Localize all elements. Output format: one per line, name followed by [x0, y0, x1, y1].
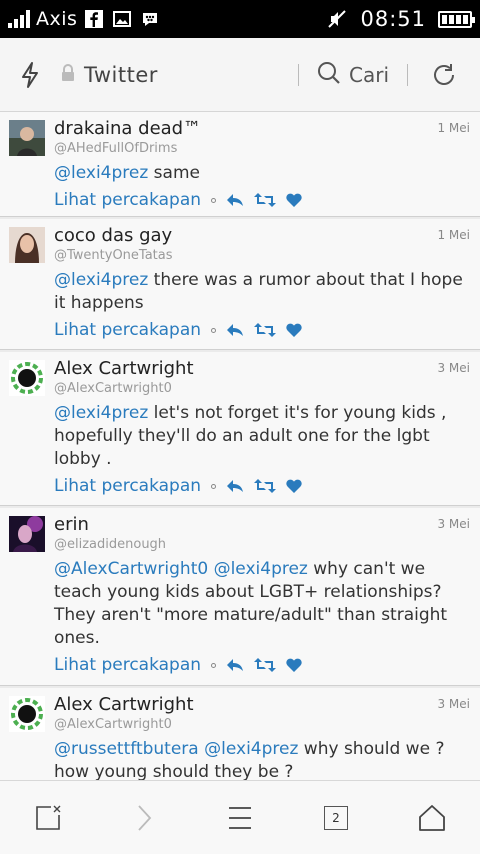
- tweet-date: 3 Mei: [437, 517, 470, 531]
- separator-dot: [211, 483, 217, 489]
- user-handle: @AHedFullOfDrims: [54, 141, 178, 156]
- tweet-date: 3 Mei: [437, 697, 470, 711]
- tweet-item[interactable]: Alex Cartwright 3 Mei @AlexCartwright0 @…: [0, 352, 480, 506]
- retweet-icon[interactable]: [254, 323, 277, 337]
- mention-link[interactable]: @lexi4prez: [54, 270, 148, 290]
- reload-icon: [434, 63, 454, 85]
- avatar[interactable]: [9, 360, 45, 396]
- mute-icon: [326, 8, 348, 30]
- search-label: Cari: [349, 62, 389, 87]
- signal-icon: [8, 10, 30, 28]
- avatar[interactable]: [9, 120, 45, 156]
- reply-icon[interactable]: [226, 323, 244, 337]
- tweet-feed[interactable]: drakaina dead™ 1 Mei @AHedFullOfDrims @l…: [0, 112, 480, 780]
- avatar[interactable]: [9, 516, 45, 552]
- menu-button[interactable]: [215, 793, 265, 843]
- user-handle: @elizadidenough: [54, 537, 167, 552]
- user-handle: @AlexCartwright0: [54, 381, 172, 396]
- forward-button[interactable]: [119, 793, 169, 843]
- mention-link[interactable]: @AlexCartwright0 @lexi4prez: [54, 559, 308, 579]
- tweet-text: @russettftbutera @lexi4prez why should w…: [54, 738, 470, 780]
- image-icon: [111, 8, 133, 30]
- home-icon: [419, 804, 445, 831]
- avatar[interactable]: [9, 696, 45, 732]
- reply-icon[interactable]: [226, 193, 244, 207]
- clock: 08:51: [360, 7, 426, 31]
- tweet-actions: Lihat percakapan: [54, 189, 470, 211]
- browser-address-bar: Twitter Cari: [0, 38, 480, 112]
- separator-dot: [211, 327, 217, 333]
- heart-icon[interactable]: [286, 323, 302, 337]
- separator-dot: [211, 662, 217, 668]
- home-button[interactable]: [407, 793, 457, 843]
- page-title: Twitter: [84, 62, 158, 87]
- tweet-text: @AlexCartwright0 @lexi4prez why can't we…: [54, 558, 470, 650]
- chevron-right-icon: [138, 804, 152, 831]
- close-tab-button[interactable]: [23, 793, 73, 843]
- avatar[interactable]: [9, 227, 45, 263]
- mention-link[interactable]: @russettftbutera @lexi4prez: [54, 739, 298, 759]
- tweet-item[interactable]: coco das gay 1 Mei @TwentyOneTatas @lexi…: [0, 219, 480, 350]
- tweet-body: same: [148, 163, 200, 183]
- heart-icon[interactable]: [286, 658, 302, 672]
- heart-icon[interactable]: [286, 193, 302, 207]
- menu-icon: [229, 806, 251, 829]
- tweet-actions: Lihat percakapan: [54, 475, 470, 497]
- view-conversation-link[interactable]: Lihat percakapan: [54, 190, 201, 210]
- reload-button[interactable]: [408, 62, 480, 88]
- mention-link[interactable]: @lexi4prez: [54, 163, 148, 183]
- tweet-date: 1 Mei: [437, 228, 470, 242]
- display-name[interactable]: coco das gay: [54, 225, 172, 247]
- battery-icon: [438, 10, 475, 28]
- reply-icon[interactable]: [226, 658, 244, 672]
- tweet-actions: Lihat percakapan: [54, 654, 470, 676]
- status-bar: Axis 08:51: [0, 0, 480, 38]
- user-handle: @TwentyOneTatas: [54, 248, 173, 263]
- lock-icon: [60, 63, 76, 86]
- tweet-item[interactable]: Alex Cartwright 3 Mei @AlexCartwright0 @…: [0, 688, 480, 780]
- mention-link[interactable]: @lexi4prez: [54, 403, 148, 423]
- tweet-text: @lexi4prez same: [54, 162, 470, 185]
- bbm-icon: [139, 8, 161, 30]
- tweet-text: @lexi4prez let's not forget it's for you…: [54, 402, 470, 471]
- view-conversation-link[interactable]: Lihat percakapan: [54, 476, 201, 496]
- display-name[interactable]: erin: [54, 514, 89, 536]
- display-name[interactable]: Alex Cartwright: [54, 358, 194, 380]
- facebook-icon: [83, 8, 105, 30]
- tweet-text: @lexi4prez there was a rumor about that …: [54, 269, 470, 315]
- separator-dot: [211, 197, 217, 203]
- retweet-icon[interactable]: [254, 193, 277, 207]
- tweet-item[interactable]: drakaina dead™ 1 Mei @AHedFullOfDrims @l…: [0, 112, 480, 217]
- tweet-item[interactable]: erin 3 Mei @elizadidenough @AlexCartwrig…: [0, 508, 480, 686]
- search-icon: [317, 61, 341, 89]
- carrier-name: Axis: [36, 8, 78, 30]
- lightning-icon[interactable]: [0, 61, 60, 89]
- display-name[interactable]: Alex Cartwright: [54, 694, 194, 716]
- tweet-date: 1 Mei: [437, 121, 470, 135]
- search-button[interactable]: Cari: [299, 61, 407, 89]
- close-tab-icon: [36, 805, 61, 830]
- display-name[interactable]: drakaina dead™: [54, 118, 201, 140]
- user-handle: @AlexCartwright0: [54, 717, 172, 732]
- view-conversation-link[interactable]: Lihat percakapan: [54, 320, 201, 340]
- tabs-button[interactable]: 2: [311, 793, 361, 843]
- heart-icon[interactable]: [286, 479, 302, 493]
- tab-count: 2: [324, 805, 348, 830]
- browser-bottom-bar: 2: [0, 780, 480, 854]
- retweet-icon[interactable]: [254, 479, 277, 493]
- reply-icon[interactable]: [226, 479, 244, 493]
- page-title-area[interactable]: Twitter: [60, 63, 298, 87]
- tweet-date: 3 Mei: [437, 361, 470, 375]
- retweet-icon[interactable]: [254, 658, 277, 672]
- tweet-actions: Lihat percakapan: [54, 319, 470, 341]
- view-conversation-link[interactable]: Lihat percakapan: [54, 655, 201, 675]
